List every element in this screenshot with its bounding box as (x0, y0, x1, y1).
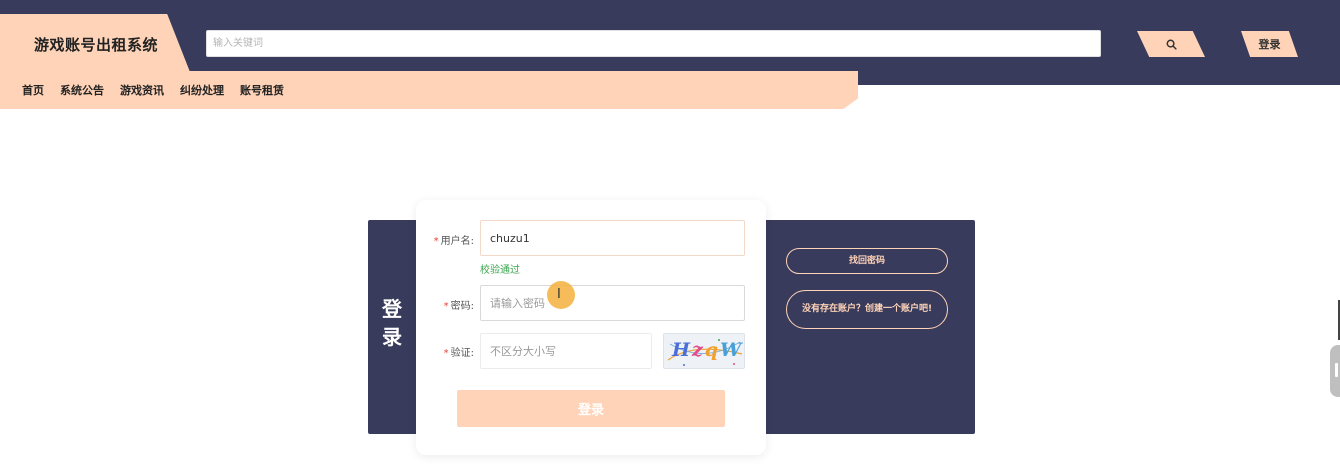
captcha-text: HzqW (672, 339, 744, 361)
search-input[interactable] (206, 30, 1101, 57)
nav-item-account-rental[interactable]: 账号租赁 (240, 82, 284, 98)
login-submit-button[interactable]: 登录 (457, 390, 725, 427)
nav-item-game-news[interactable]: 游戏资讯 (120, 82, 164, 98)
cursor-highlight (547, 281, 575, 309)
captcha-image[interactable]: HzqW (663, 333, 745, 369)
side-scroll-handle[interactable] (1330, 345, 1340, 397)
nav-item-home[interactable]: 首页 (22, 82, 44, 98)
main-nav: 首页 系统公告 游戏资讯 纠纷处理 账号租赁 (22, 82, 284, 98)
captcha-label: * 验证: (443, 348, 474, 359)
nav-item-disputes[interactable]: 纠纷处理 (180, 82, 224, 98)
password-input[interactable] (480, 285, 745, 321)
register-account-button[interactable]: 没有存在账户？创建一个账户吧! (786, 290, 948, 329)
text-cursor-icon: I (557, 287, 561, 302)
login-panel-title: 登 录 (382, 297, 402, 349)
username-label: * 用户名: (433, 236, 474, 247)
username-valid-message: 校验通过 (480, 265, 520, 276)
required-mark: * (433, 236, 439, 247)
forgot-password-button[interactable]: 找回密码 (786, 248, 948, 274)
search-icon (1166, 39, 1177, 50)
required-mark: * (443, 348, 449, 359)
brand-title: 游戏账号出租系统 (34, 36, 159, 54)
nav-item-announcements[interactable]: 系统公告 (60, 82, 104, 98)
header-login-button[interactable]: 登录 (1241, 31, 1298, 57)
password-label: * 密码: (443, 301, 474, 312)
username-input[interactable] (480, 220, 745, 256)
required-mark: * (443, 301, 449, 312)
captcha-input[interactable] (480, 333, 652, 369)
